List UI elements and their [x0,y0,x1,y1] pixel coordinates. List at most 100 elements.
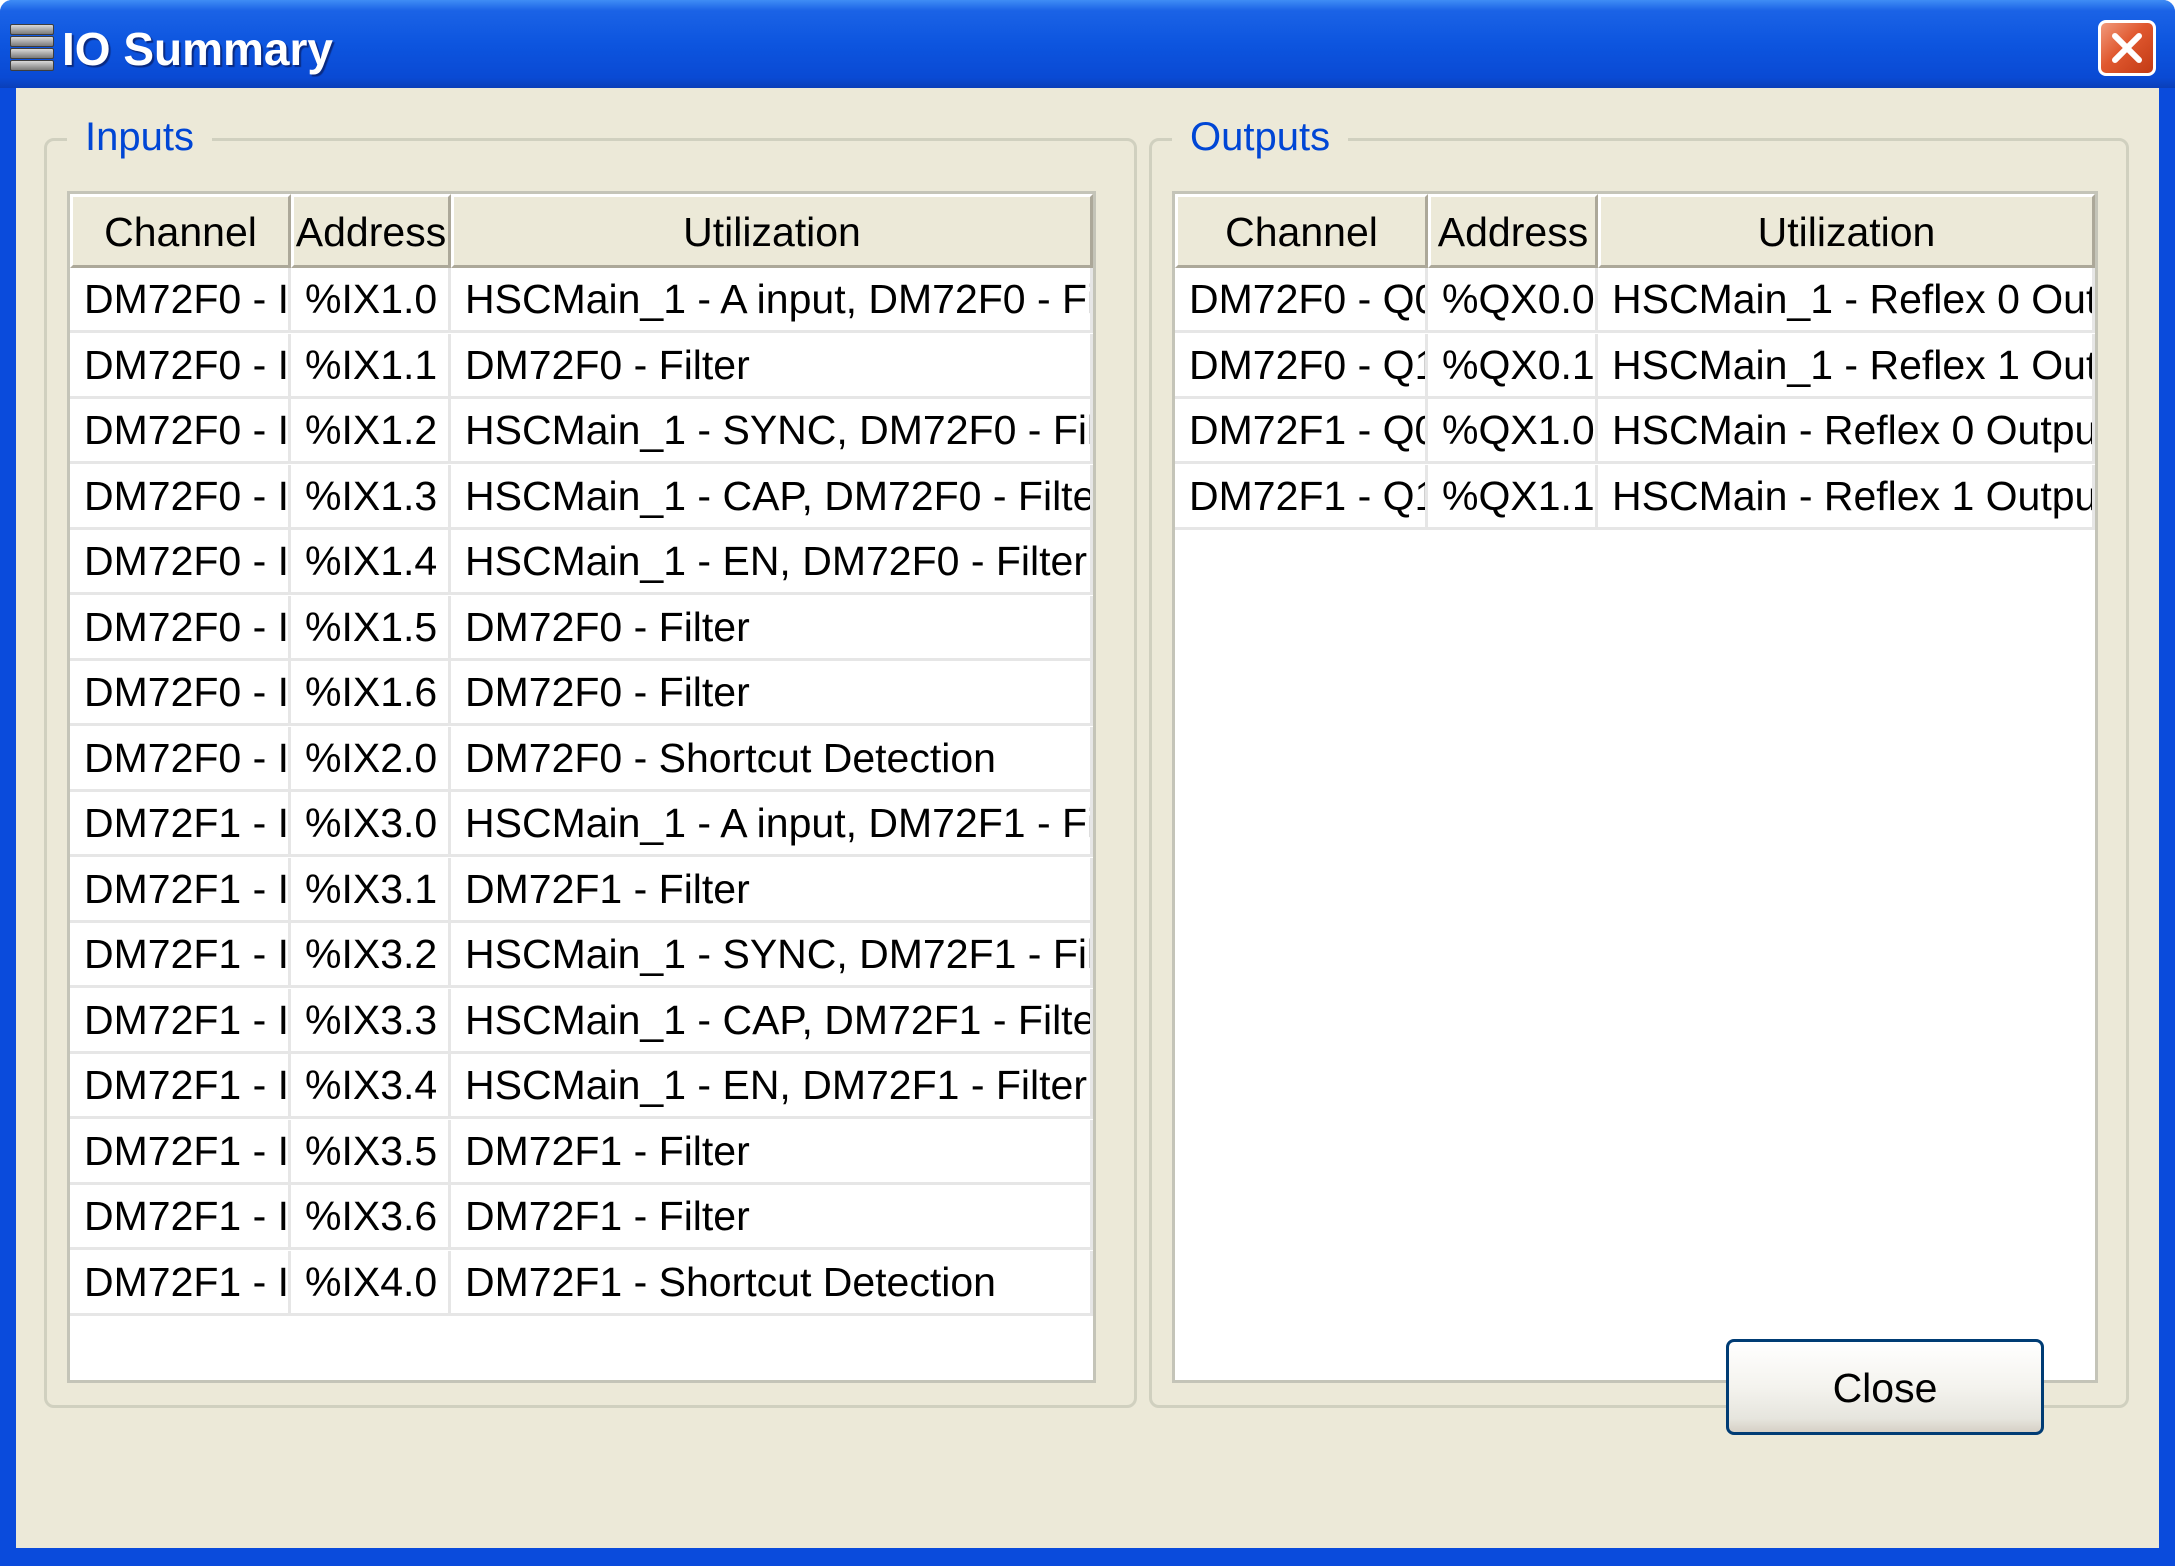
inputs-cell-address: %IX1.1 [291,333,451,399]
inputs-cell-channel: DM72F0 - I4 [70,530,291,595]
inputs-table-row[interactable]: DM72F0 - I3 %IX1.3 HSCMain_1 - CAP, DM72F0… [70,464,1093,530]
outputs-table-row[interactable]: DM72F0 - Q1 %QX0.1 HSCMain_1 - Reflex 1 Ou… [1175,333,2095,399]
inputs-cell-utilization: DM72F1 - Filter [451,1185,1093,1250]
inputs-cell-channel: DM72F1 - I2 [70,923,291,988]
inputs-cell-channel: DM72F0 - I2 [70,399,291,464]
inputs-table-row[interactable]: DM72F0 - I4 %IX1.4 HSCMain_1 - EN, DM72F0 … [70,530,1093,595]
inputs-cell-utilization: DM72F1 - Filter [451,1119,1093,1185]
inputs-cell-address: %IX3.1 [291,857,451,923]
inputs-cell-utilization: DM72F0 - Filter [451,661,1093,726]
outputs-cell-address: %QX1.1 [1428,464,1598,530]
inputs-cell-address: %IX2.0 [291,726,451,792]
outputs-cell-utilization: HSCMain - Reflex 1 Output [1598,464,2095,530]
outputs-table-header: Channel Address Utilization [1175,194,2095,268]
inputs-cell-address: %IX1.0 [291,268,451,333]
inputs-cell-address: %IX3.5 [291,1119,451,1185]
inputs-cell-channel: DM72F0 - I0 [70,268,291,333]
outputs-cell-utilization: HSCMain - Reflex 0 Output [1598,399,2095,464]
outputs-cell-channel: DM72F1 - Q1 [1175,464,1428,530]
inputs-cell-channel: DM72F1 - I4 [70,1054,291,1119]
outputs-table-row[interactable]: DM72F1 - Q1 %QX1.1 HSCMain - Reflex 1 Outp… [1175,464,2095,530]
outputs-header-address[interactable]: Address [1428,194,1598,268]
inputs-groupbox: Inputs Channel Address Utilization DM72F0 … [44,113,1137,1408]
inputs-cell-address: %IX4.0 [291,1250,451,1316]
inputs-table-row[interactable]: DM72F0 - I6 %IX1.6 DM72F0 - Filter [70,661,1093,726]
inputs-table-row[interactable]: DM72F0 - I0 %IX2.0 DM72F0 - Shortcut Detec… [70,726,1093,792]
outputs-cell-channel: DM72F1 - Q0 [1175,399,1428,464]
inputs-cell-channel: DM72F0 - I3 [70,464,291,530]
inputs-cell-address: %IX3.4 [291,1054,451,1119]
inputs-cell-channel: DM72F1 - I5 [70,1119,291,1185]
inputs-cell-channel: DM72F1 - I0 [70,1250,291,1316]
dialog-client-area: Inputs Channel Address Utilization DM72F0 … [16,88,2159,1548]
inputs-cell-utilization: HSCMain_1 - EN, DM72F0 - Filter [451,530,1093,595]
outputs-groupbox: Outputs Channel Address Utilization DM72F0… [1149,113,2129,1408]
outputs-cell-utilization: HSCMain_1 - Reflex 1 Output [1598,333,2095,399]
outputs-cell-address: %QX0.1 [1428,333,1598,399]
inputs-cell-utilization: HSCMain_1 - A input, DM72F0 - Filter [451,268,1093,333]
outputs-table-row[interactable]: DM72F0 - Q0 %QX0.0 HSCMain_1 - Reflex 0 Ou… [1175,268,2095,333]
inputs-cell-utilization: DM72F0 - Filter [451,333,1093,399]
outputs-header-utilization[interactable]: Utilization [1598,194,2095,268]
inputs-table-header: Channel Address Utilization [70,194,1093,268]
inputs-cell-utilization: DM72F1 - Filter [451,857,1093,923]
outputs-table-row[interactable]: DM72F1 - Q0 %QX1.0 HSCMain - Reflex 0 Outp… [1175,399,2095,464]
inputs-cell-address: %IX1.5 [291,595,451,661]
inputs-table-row[interactable]: DM72F1 - I2 %IX3.2 HSCMain_1 - SYNC, DM72F… [70,923,1093,988]
inputs-table-row[interactable]: DM72F1 - I5 %IX3.5 DM72F1 - Filter [70,1119,1093,1185]
inputs-cell-address: %IX1.3 [291,464,451,530]
inputs-cell-address: %IX1.2 [291,399,451,464]
outputs-cell-address: %QX0.0 [1428,268,1598,333]
title-bar[interactable]: IO Summary [0,0,2175,88]
inputs-table-row[interactable]: DM72F0 - I1 %IX1.1 DM72F0 - Filter [70,333,1093,399]
io-summary-window: IO Summary Inputs Channel Address Utilizat… [0,0,2175,1566]
outputs-cell-address: %QX1.0 [1428,399,1598,464]
inputs-table-row[interactable]: DM72F1 - I6 %IX3.6 DM72F1 - Filter [70,1185,1093,1250]
inputs-cell-utilization: HSCMain_1 - SYNC, DM72F0 - Filter [451,399,1093,464]
inputs-cell-utilization: HSCMain_1 - CAP, DM72F1 - Filter [451,988,1093,1054]
inputs-table-row[interactable]: DM72F1 - I3 %IX3.3 HSCMain_1 - CAP, DM72F1… [70,988,1093,1054]
inputs-cell-address: %IX1.6 [291,661,451,726]
close-button[interactable]: Close [1726,1339,2044,1435]
outputs-cell-channel: DM72F0 - Q0 [1175,268,1428,333]
outputs-cell-channel: DM72F0 - Q1 [1175,333,1428,399]
inputs-cell-utilization: DM72F0 - Filter [451,595,1093,661]
close-x-icon[interactable] [2098,20,2156,76]
inputs-cell-channel: DM72F0 - I6 [70,661,291,726]
inputs-cell-channel: DM72F1 - I6 [70,1185,291,1250]
inputs-table-row[interactable]: DM72F0 - I5 %IX1.5 DM72F0 - Filter [70,595,1093,661]
inputs-cell-address: %IX3.3 [291,988,451,1054]
inputs-group-title: Inputs [67,113,212,161]
outputs-group-title: Outputs [1172,113,1349,161]
inputs-table-row[interactable]: DM72F1 - I1 %IX3.1 DM72F1 - Filter [70,857,1093,923]
outputs-header-channel[interactable]: Channel [1175,194,1428,268]
inputs-cell-utilization: HSCMain_1 - SYNC, DM72F1 - Filter [451,923,1093,988]
inputs-table-row[interactable]: DM72F0 - I2 %IX1.2 HSCMain_1 - SYNC, DM72F… [70,399,1093,464]
inputs-header-channel[interactable]: Channel [70,194,291,268]
inputs-table-row[interactable]: DM72F1 - I4 %IX3.4 HSCMain_1 - EN, DM72F1 … [70,1054,1093,1119]
inputs-table-row[interactable]: DM72F0 - I0 %IX1.0 HSCMain_1 - A input, DM… [70,268,1093,333]
inputs-cell-channel: DM72F1 - I3 [70,988,291,1054]
inputs-cell-address: %IX3.2 [291,923,451,988]
inputs-cell-channel: DM72F0 - I5 [70,595,291,661]
inputs-table-row[interactable]: DM72F1 - I0 %IX4.0 DM72F1 - Shortcut Detec… [70,1250,1093,1316]
inputs-table: Channel Address Utilization DM72F0 - I0 %IX… [67,191,1096,1383]
inputs-header-address[interactable]: Address [291,194,451,268]
inputs-cell-utilization: DM72F0 - Shortcut Detection [451,726,1093,792]
inputs-cell-address: %IX3.6 [291,1185,451,1250]
inputs-cell-utilization: DM72F1 - Shortcut Detection [451,1250,1093,1316]
inputs-cell-channel: DM72F0 - I1 [70,333,291,399]
inputs-cell-channel: DM72F1 - I1 [70,857,291,923]
inputs-header-utilization[interactable]: Utilization [451,194,1093,268]
outputs-table: Channel Address Utilization DM72F0 - Q0 %QX… [1172,191,2098,1383]
inputs-cell-utilization: HSCMain_1 - A input, DM72F1 - Filter [451,792,1093,857]
inputs-cell-address: %IX3.0 [291,792,451,857]
inputs-cell-channel: DM72F0 - I0 [70,726,291,792]
io-summary-app-icon [10,24,54,72]
window-title: IO Summary [62,23,333,75]
inputs-cell-address: %IX1.4 [291,530,451,595]
inputs-table-row[interactable]: DM72F1 - I0 %IX3.0 HSCMain_1 - A input, DM… [70,792,1093,857]
outputs-cell-utilization: HSCMain_1 - Reflex 0 Output [1598,268,2095,333]
inputs-cell-channel: DM72F1 - I0 [70,792,291,857]
inputs-cell-utilization: HSCMain_1 - EN, DM72F1 - Filter [451,1054,1093,1119]
